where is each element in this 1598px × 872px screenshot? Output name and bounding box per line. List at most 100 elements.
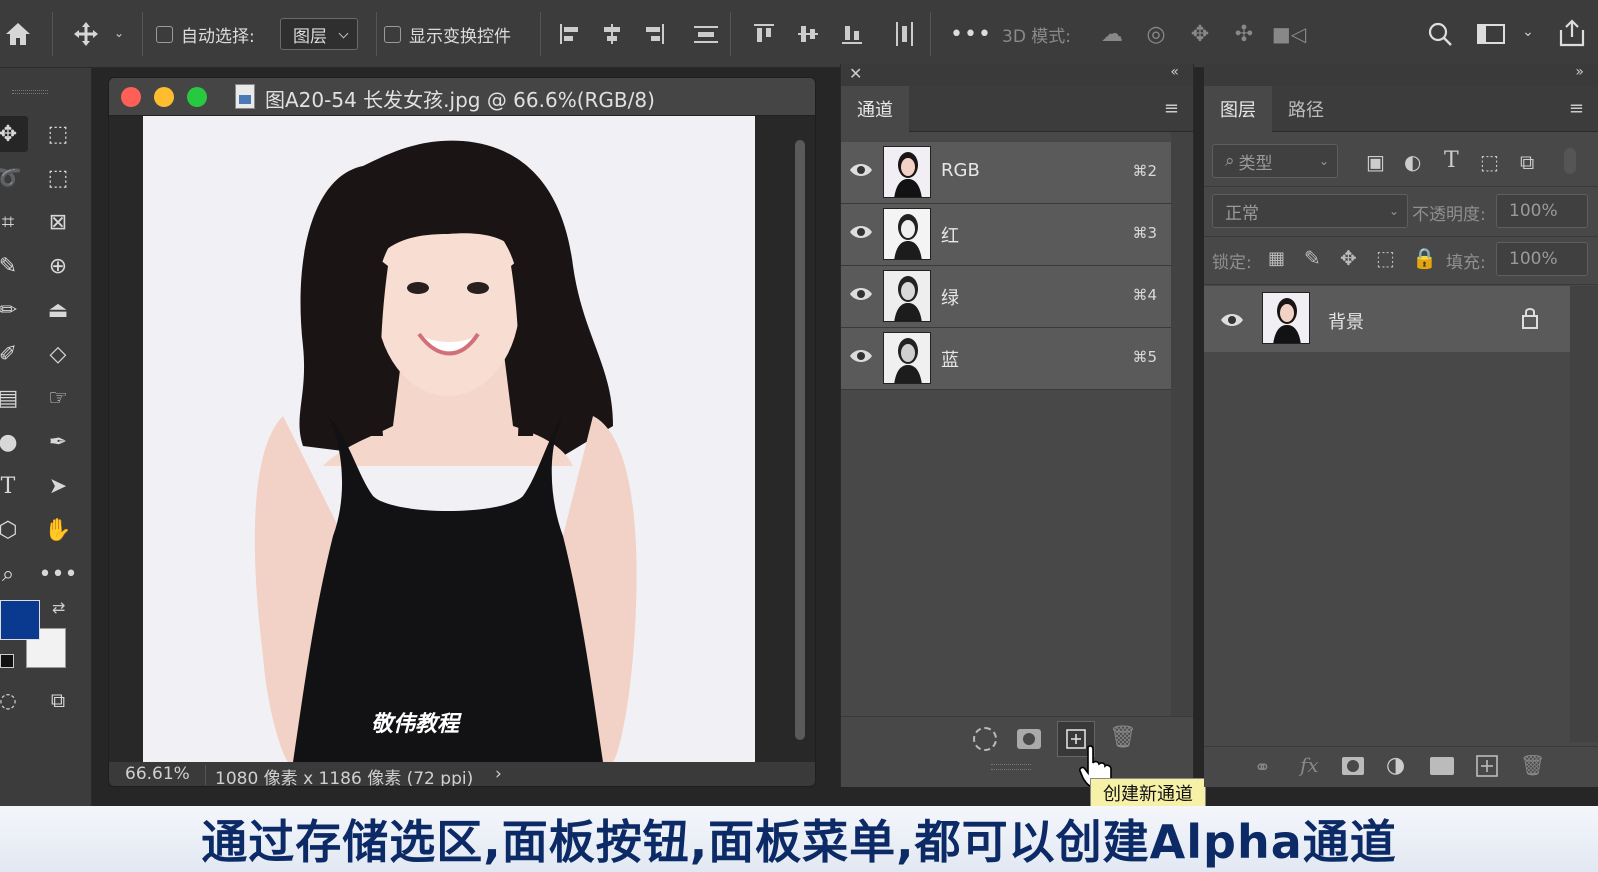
channel-row-rgb[interactable]: RGB ⌘2 [841, 142, 1171, 204]
chevron-down-icon[interactable]: ⌄ [112, 26, 126, 40]
workspace-chevron-icon[interactable]: ⌄ [1520, 24, 1536, 40]
hand-tool-button[interactable]: ✋ [38, 512, 78, 548]
lock-position-icon[interactable]: ✥ [1340, 246, 1357, 270]
workspace-icon[interactable] [1476, 20, 1506, 48]
move-tool-icon[interactable] [70, 18, 102, 50]
image-canvas[interactable]: 敬伟教程 [143, 116, 755, 762]
pen-tool-button[interactable]: ✒ [38, 424, 78, 460]
lock-transparent-icon[interactable]: ▦ [1268, 248, 1285, 269]
eyedropper-tool-button[interactable]: ✎ [0, 248, 28, 284]
filter-type-icon[interactable]: T [1444, 148, 1459, 173]
lock-artboard-icon[interactable]: ⬚ [1376, 246, 1395, 270]
opacity-input[interactable]: 100% [1496, 194, 1588, 228]
delete-layer-icon[interactable]: 🗑 [1520, 753, 1545, 777]
quick-mask-button[interactable]: ◌ [0, 682, 28, 718]
tab-paths[interactable]: 路径 [1272, 86, 1340, 132]
zoom-level[interactable]: 66.61% [125, 764, 190, 784]
toolbar-grip[interactable] [12, 90, 48, 94]
visibility-eye-icon[interactable] [849, 162, 873, 178]
layer-row-background[interactable]: 背景 [1204, 286, 1570, 352]
align-right-icon[interactable] [640, 20, 668, 48]
default-colors-icon[interactable] [0, 654, 14, 668]
collapse-panel-icon[interactable]: » [1575, 64, 1584, 80]
shape-tool-button[interactable]: ⬡ [0, 512, 28, 548]
panel-resize-grip[interactable] [991, 764, 1031, 770]
status-menu-arrow-icon[interactable]: › [495, 764, 502, 784]
scrollbar-thumb[interactable] [795, 140, 805, 740]
new-layer-icon[interactable] [1476, 755, 1498, 781]
align-bottom-icon[interactable] [838, 20, 866, 48]
lasso-tool-button[interactable]: ➰ [0, 160, 28, 196]
auto-select-toggle[interactable]: 自动选择: [156, 17, 255, 51]
show-transform-toggle[interactable]: 显示变换控件 [384, 17, 511, 51]
frame-tool-button[interactable]: ⊠ [38, 204, 78, 240]
blend-mode-dropdown[interactable]: 正常 ⌄ [1212, 194, 1408, 228]
maximize-window-button[interactable] [187, 87, 207, 107]
channel-row-green[interactable]: 绿 ⌘4 [841, 266, 1171, 328]
screen-mode-button[interactable]: ⧉ [38, 682, 78, 718]
adjustment-layer-icon[interactable]: ◑ [1386, 753, 1405, 778]
filter-pixel-icon[interactable]: ▣ [1366, 150, 1385, 174]
visibility-eye-icon[interactable] [849, 348, 873, 364]
minimize-window-button[interactable] [154, 87, 174, 107]
channel-row-red[interactable]: 红 ⌘3 [841, 204, 1171, 266]
channels-scroll-track[interactable] [1171, 132, 1193, 744]
type-tool-button[interactable]: T [0, 468, 28, 504]
layer-style-fx-icon[interactable]: fx [1300, 753, 1319, 777]
collapse-panel-icon[interactable]: « [1170, 64, 1179, 80]
more-tools-button[interactable]: ••• [38, 556, 78, 592]
filter-adjustment-icon[interactable]: ◐ [1404, 150, 1421, 174]
move-tool-button[interactable]: ✥ [0, 116, 28, 152]
filter-smart-object-icon[interactable]: ⧉ [1520, 150, 1534, 174]
stamp-tool-button[interactable]: ⏏ [38, 292, 78, 328]
close-panel-icon[interactable]: ✕ [849, 64, 862, 83]
marquee-tool-button[interactable]: ⬚ [38, 116, 78, 152]
foreground-color-swatch[interactable] [0, 600, 40, 640]
auto-select-checkbox[interactable] [156, 25, 173, 43]
show-transform-checkbox[interactable] [384, 25, 401, 43]
filter-shape-icon[interactable]: ⬚ [1480, 150, 1499, 174]
add-mask-icon[interactable] [1342, 757, 1364, 775]
lock-pixels-icon[interactable]: ✎ [1304, 246, 1321, 270]
load-channel-as-selection-icon[interactable] [973, 727, 997, 751]
visibility-eye-icon[interactable] [849, 286, 873, 302]
fill-input[interactable]: 100% [1496, 242, 1588, 276]
smudge-tool-button[interactable]: ☞ [38, 380, 78, 416]
brush-tool-button[interactable]: ✏ [0, 292, 28, 328]
filter-toggle[interactable] [1564, 148, 1576, 174]
new-group-folder-icon[interactable] [1430, 757, 1454, 775]
document-vertical-scrollbar[interactable] [787, 116, 813, 762]
history-brush-tool-button[interactable]: ✐ [0, 336, 28, 372]
crop-tool-button[interactable]: ⌗ [0, 204, 28, 240]
align-left-icon[interactable] [556, 20, 584, 48]
channel-row-blue[interactable]: 蓝 ⌘5 [841, 328, 1171, 390]
distribute-icon[interactable] [692, 20, 720, 48]
share-icon[interactable] [1556, 16, 1588, 50]
panel-menu-icon[interactable]: ≡ [1569, 98, 1584, 119]
gradient-tool-button[interactable]: ▤ [0, 380, 28, 416]
align-vcenter-icon[interactable] [794, 20, 822, 48]
swap-colors-icon[interactable]: ⇄ [52, 598, 65, 617]
dodge-tool-button[interactable]: ● [0, 424, 28, 460]
close-window-button[interactable] [121, 87, 141, 107]
auto-select-dropdown[interactable]: 图层 [280, 17, 358, 51]
visibility-eye-icon[interactable] [1220, 312, 1244, 328]
lock-all-icon[interactable]: 🔒 [1412, 246, 1437, 270]
link-layers-icon[interactable]: ⚭ [1254, 755, 1271, 779]
object-select-tool-button[interactable]: ⬚ [38, 160, 78, 196]
layer-filter-dropdown[interactable]: ⌕ 类型 ⌄ [1212, 144, 1338, 178]
align-hcenter-icon[interactable] [598, 20, 626, 48]
panel-menu-icon[interactable]: ≡ [1164, 98, 1179, 119]
save-selection-as-channel-icon[interactable] [1017, 729, 1041, 749]
search-icon[interactable] [1424, 18, 1456, 50]
document-titlebar[interactable]: 图A20-54 长发女孩.jpg @ 66.6%(RGB/8) [109, 78, 815, 116]
home-icon[interactable] [2, 18, 34, 50]
path-select-tool-button[interactable]: ➤ [38, 468, 78, 504]
layers-scroll-track[interactable] [1570, 286, 1598, 742]
distribute-vertical-icon[interactable] [890, 20, 918, 48]
zoom-tool-button[interactable]: ⌕ [0, 556, 28, 592]
more-options-button[interactable]: ••• [950, 17, 992, 51]
spot-healing-tool-button[interactable]: ⊕ [38, 248, 78, 284]
tab-channels[interactable]: 通道 [841, 86, 909, 132]
visibility-eye-icon[interactable] [849, 224, 873, 240]
